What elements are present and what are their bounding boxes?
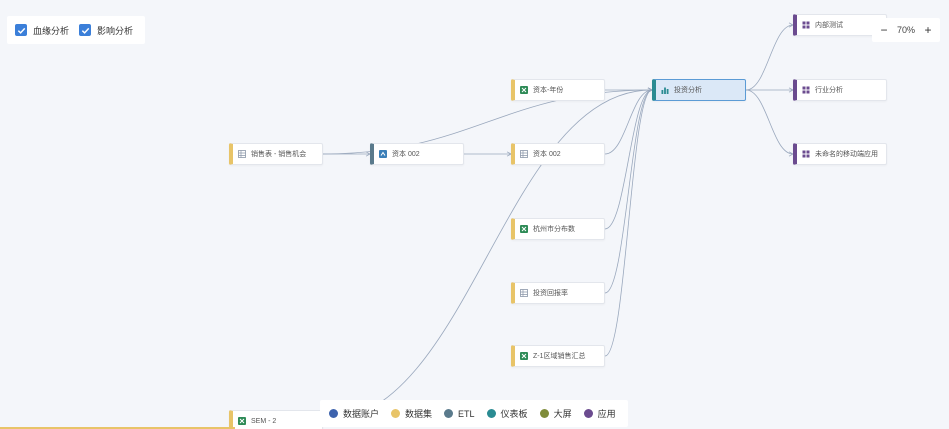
legend-dot <box>329 409 338 418</box>
app-grid-icon <box>802 150 810 158</box>
lineage-edge <box>745 89 794 155</box>
node-label: 内部测试 <box>815 22 843 29</box>
lineage-edge <box>322 89 653 422</box>
node-sales-opportunity[interactable]: 销售表 - 销售机会 <box>229 143 323 165</box>
node-hangzhou-distribution[interactable]: 杭州市分布数 <box>511 218 605 240</box>
node-sem-2[interactable]: SEM - 2 <box>229 410 323 429</box>
node-industry-analysis[interactable]: 行业分析 <box>793 79 887 101</box>
node-label: Z-1区域销售汇总 <box>533 353 586 360</box>
legend-label: 数据账户 <box>343 409 380 419</box>
app-grid-icon <box>802 21 810 29</box>
legend-item-etl: ETL <box>444 409 475 419</box>
node-capital-002[interactable]: 资本 002 <box>511 143 605 165</box>
legend-label: 仪表板 <box>500 409 528 419</box>
node-type-legend: 数据账户 数据集 ETL 仪表板 大屏 应用 <box>320 400 628 427</box>
lineage-analysis-checkbox[interactable]: 血缘分析 <box>15 24 69 37</box>
checkmark-icon <box>15 24 27 36</box>
legend-label: ETL <box>458 408 475 419</box>
zoom-level: 70% <box>896 25 915 35</box>
legend-item-dataset: 数据集 <box>391 407 432 420</box>
lineage-edge <box>604 89 653 294</box>
zoom-in-button[interactable]: + <box>923 24 933 36</box>
node-etl-capital-002[interactable]: 资本 002 <box>370 143 464 165</box>
node-label: 资本-年份 <box>533 87 564 94</box>
app-grid-icon <box>802 86 810 94</box>
excel-icon <box>520 352 528 360</box>
legend-item-application: 应用 <box>583 407 616 420</box>
checkmark-icon <box>79 24 92 36</box>
lineage-edge <box>745 24 794 91</box>
node-label: 资本 002 <box>533 151 561 158</box>
legend-dot <box>444 409 454 418</box>
excel-icon <box>238 417 246 425</box>
legend-label: 数据集 <box>405 409 433 419</box>
legend-label: 应用 <box>597 409 616 419</box>
node-label: 杭州市分布数 <box>533 226 575 233</box>
node-label: 资本 002 <box>392 151 420 158</box>
node-label: SEM - 2 <box>251 417 277 425</box>
legend-dot <box>391 409 401 418</box>
dataset-table-icon <box>238 150 246 158</box>
edge-layer <box>322 22 794 422</box>
lineage-analysis-label: 血缘分析 <box>33 25 70 36</box>
analysis-filter-panel: 血缘分析 影响分析 <box>7 16 145 44</box>
node-return-rate[interactable]: 投资回报率 <box>511 282 605 304</box>
legend-item-data-account: 数据账户 <box>329 407 379 420</box>
legend-item-big-screen: 大屏 <box>539 407 572 420</box>
etl-icon <box>379 150 387 158</box>
legend-dot <box>539 409 549 418</box>
node-label: 销售表 - 销售机会 <box>251 151 307 158</box>
node-investment-analysis[interactable]: 投资分析 <box>652 79 746 101</box>
node-region-sales-summary[interactable]: Z-1区域销售汇总 <box>511 345 605 367</box>
zoom-out-button[interactable]: − <box>879 24 889 36</box>
node-label: 行业分析 <box>815 87 843 94</box>
lineage-edge <box>604 89 653 230</box>
impact-analysis-label: 影响分析 <box>97 25 134 36</box>
node-label: 投资分析 <box>674 87 702 94</box>
legend-dot <box>486 409 496 418</box>
node-label: 投资回报率 <box>533 290 568 297</box>
legend-item-dashboard: 仪表板 <box>486 407 528 420</box>
node-label: 未命名的移动端应用 <box>815 151 878 158</box>
impact-analysis-checkbox[interactable]: 影响分析 <box>79 24 133 37</box>
legend-label: 大屏 <box>553 409 572 419</box>
lineage-edge <box>604 89 653 155</box>
excel-icon <box>520 86 528 94</box>
dataset-table-icon <box>520 289 528 297</box>
dataset-table-icon <box>520 150 528 158</box>
bar-chart-icon <box>661 86 669 94</box>
excel-icon <box>520 225 528 233</box>
node-capital-year[interactable]: 资本-年份 <box>511 79 605 101</box>
node-unnamed-mobile-app[interactable]: 未命名的移动端应用 <box>793 143 887 165</box>
zoom-control: − 70% + <box>872 18 940 42</box>
lineage-canvas[interactable]: 销售表 - 销售机会 资本 002 资本-年份 资本 002 杭州市分布数 投资… <box>0 0 949 429</box>
legend-dot <box>583 409 593 418</box>
